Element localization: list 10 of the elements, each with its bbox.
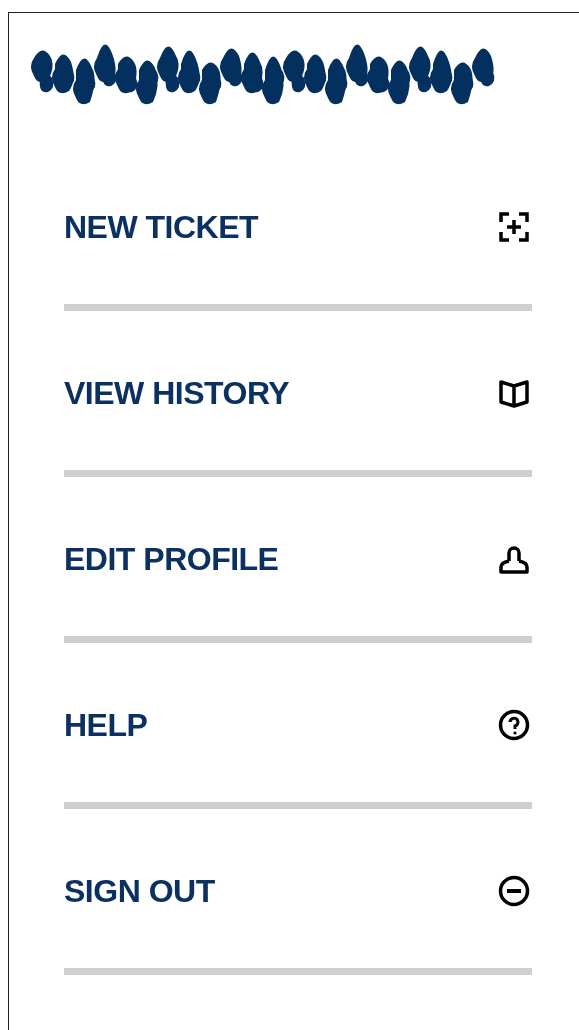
book-icon: [498, 377, 530, 409]
add-icon: [498, 211, 530, 243]
menu-item[interactable]: SIGN OUT: [64, 872, 215, 910]
help-icon: [498, 709, 530, 741]
menu-item[interactable]: VIEW HISTORY: [64, 374, 290, 412]
menu-item[interactable]: EDIT PROFILE: [64, 540, 279, 578]
menu-item[interactable]: HELP: [64, 706, 148, 744]
person-icon: [498, 543, 530, 575]
menu-item[interactable]: NEW TICKET: [64, 208, 259, 246]
minus-circle-icon: [498, 875, 530, 907]
